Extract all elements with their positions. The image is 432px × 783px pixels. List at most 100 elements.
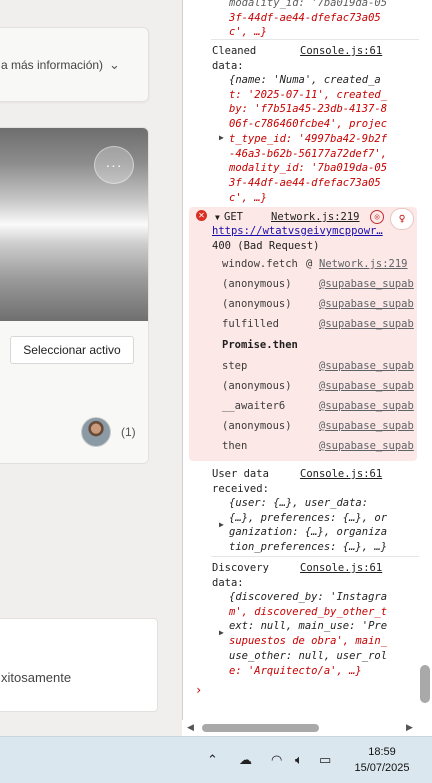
object-line: ext: null, main_use: 'Pre	[229, 620, 388, 633]
async-boundary: Promise.then	[222, 339, 298, 351]
frame-location[interactable]: @supabase_supab	[319, 419, 414, 434]
app-area: a más información) ⌄ ··· Seleccionar act…	[0, 0, 182, 736]
selector-hint: a más información)	[1, 58, 104, 72]
stack-frame: (anonymous) @supabase_supab	[222, 297, 414, 312]
frame-function: __awaiter6	[222, 400, 286, 412]
frame-location[interactable]: @supabase_supab	[319, 277, 414, 292]
select-asset-button[interactable]: Seleccionar activo	[10, 336, 134, 364]
frame-location[interactable]: @supabase_supab	[319, 439, 414, 454]
clock-time[interactable]: 18:59	[354, 746, 410, 758]
expand-triangle-icon[interactable]: ▶	[219, 520, 224, 529]
log-label: data:	[212, 60, 244, 72]
object-line: supuestos de obra', main_	[229, 635, 388, 648]
scroll-right-icon[interactable]: ▶	[406, 722, 413, 733]
expand-triangle-icon[interactable]: ▶	[219, 628, 224, 637]
source-link[interactable]: Console.js:61	[300, 467, 382, 482]
log-label: User data	[212, 468, 269, 480]
separator	[211, 39, 419, 40]
object-line: t: '2025-07-11', created_	[229, 88, 388, 101]
frame-function: (anonymous)	[222, 380, 292, 392]
object-line: m', discovered_by_other_t	[229, 605, 388, 618]
more-options-button[interactable]: ···	[94, 146, 134, 184]
stack-frame: (anonymous) @supabase_supab	[222, 277, 414, 292]
frame-location[interactable]: Network.js:219	[319, 257, 408, 272]
object-line: c', …}	[229, 26, 267, 39]
object-line: {discovered_by: 'Instagra	[229, 591, 388, 603]
frame-function: fulfilled	[222, 318, 279, 330]
object-line: -46a3-b62b-56177a72def7',	[229, 147, 388, 160]
horizontal-scrollbar-thumb[interactable]	[202, 724, 319, 732]
insight-bulb-icon[interactable]: ♀	[390, 208, 414, 230]
object-line: {…}, preferences: {…}, or	[229, 511, 388, 524]
object-line: modality_id: '7ba019da-05	[229, 0, 388, 9]
battery-icon[interactable]: ▭	[319, 753, 331, 768]
object-line: e: 'Arquitecto/a', …}	[229, 664, 362, 677]
stack-frame: step @supabase_supab	[222, 359, 414, 374]
console-prompt[interactable]: ›	[195, 683, 202, 697]
object-line: 3f-44df-ae44-dfefac73a05	[229, 176, 381, 189]
taskbar: ⌃ ☁ ◠ 🔈︎ ▭ 18:59 15/07/2025	[0, 736, 432, 783]
object-line: {user: {…}, user_data:	[229, 497, 369, 509]
chevron-down-icon[interactable]: ⌄	[109, 57, 120, 73]
source-link[interactable]: Network.js:219	[271, 210, 360, 225]
object-line: 3f-44df-ae44-dfefac73a05	[229, 11, 381, 24]
stack-frame: __awaiter6 @supabase_supab	[222, 399, 414, 414]
frame-location[interactable]: @supabase_supab	[319, 317, 414, 332]
asset-card: ··· Seleccionar activo (1)	[0, 127, 149, 464]
selector-card[interactable]: a más información) ⌄	[0, 27, 149, 102]
wifi-icon[interactable]: ◠	[271, 753, 282, 768]
object-line: tion_preferences: {…}, …}	[229, 541, 388, 554]
partial-object: modality_id: '7ba019da-05 3f-44df-ae44-d…	[229, 0, 397, 40]
response-status: 400 (Bad Request)	[212, 240, 320, 252]
log-label: Cleaned	[212, 45, 257, 57]
log-label: received:	[212, 483, 269, 495]
clock-date[interactable]: 15/07/2025	[350, 762, 414, 774]
source-link[interactable]: Console.js:61	[300, 44, 382, 59]
stack-frame: window.fetch @ Network.js:219	[222, 257, 408, 272]
frame-function: then	[222, 440, 248, 452]
avatar-count: (1)	[121, 425, 136, 439]
request-method: GET	[224, 211, 243, 223]
network-globe-icon[interactable]: ◎	[370, 210, 384, 224]
object-line: {name: 'Numa', created_a	[229, 74, 381, 86]
logged-object[interactable]: {user: {…}, user_data: {…}, preferences:…	[229, 496, 397, 555]
success-message: xitosamente	[1, 670, 72, 685]
object-line: 06f-c786460fcbe4', projec	[229, 118, 388, 131]
cloud-icon[interactable]: ☁	[239, 753, 252, 768]
frame-function: (anonymous)	[222, 420, 292, 432]
frame-at: @	[306, 258, 313, 270]
logged-object[interactable]: {discovered_by: 'Instagra m', discovered…	[229, 590, 397, 678]
frame-function: step	[222, 360, 248, 372]
object-line: modality_id: '7ba019da-05	[229, 162, 388, 175]
speaker-icon[interactable]: 🔈︎	[295, 753, 303, 768]
devtools-console: modality_id: '7ba019da-05 3f-44df-ae44-d…	[182, 0, 432, 736]
logged-object[interactable]: {name: 'Numa', created_a t: '2025-07-11'…	[229, 73, 397, 205]
stack-frame: then @supabase_supab	[222, 439, 414, 454]
object-line: by: 'f7b51a45-23db-4137-8	[229, 103, 388, 116]
stack-frame: (anonymous) @supabase_supab	[222, 379, 414, 394]
object-line: c', …}	[229, 191, 267, 204]
object-line: ganization: {…}, organiza	[229, 526, 388, 539]
collapse-triangle-icon[interactable]: ▼	[215, 213, 220, 222]
request-url[interactable]: https://wtatvsgeivymcppowr…	[212, 224, 392, 239]
avatar[interactable]	[81, 417, 111, 447]
frame-function: (anonymous)	[222, 278, 292, 290]
frame-function: window.fetch	[222, 258, 298, 270]
frame-location[interactable]: @supabase_supab	[319, 379, 414, 394]
frame-location[interactable]: @supabase_supab	[319, 399, 414, 414]
stack-frame: fulfilled @supabase_supab	[222, 317, 414, 332]
notification-card: xitosamente	[0, 618, 158, 712]
log-label: data:	[212, 577, 244, 589]
stack-frame: (anonymous) @supabase_supab	[222, 419, 414, 434]
separator	[211, 556, 419, 557]
object-line: t_type_id: '4997ba42-9b2f	[229, 132, 388, 145]
scroll-left-icon[interactable]: ◀	[187, 722, 194, 733]
expand-triangle-icon[interactable]: ▶	[219, 133, 224, 142]
chevron-up-icon[interactable]: ⌃	[207, 753, 218, 768]
log-label: Discovery	[212, 562, 269, 574]
frame-location[interactable]: @supabase_supab	[319, 359, 414, 374]
frame-location[interactable]: @supabase_supab	[319, 297, 414, 312]
source-link[interactable]: Console.js:61	[300, 561, 382, 576]
frame-function: (anonymous)	[222, 298, 292, 310]
vertical-scrollbar-thumb[interactable]	[420, 665, 430, 703]
